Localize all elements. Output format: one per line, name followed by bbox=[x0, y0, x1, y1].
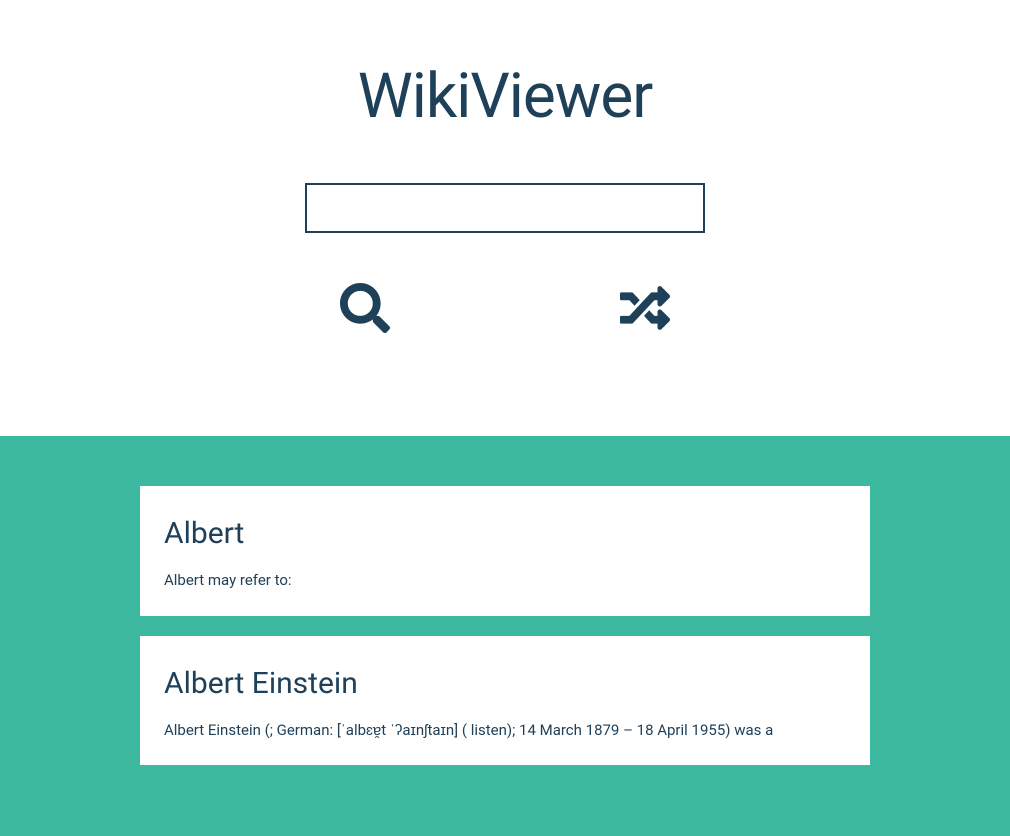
result-card[interactable]: Albert Einstein Albert Einstein (; Germa… bbox=[140, 636, 870, 766]
shuffle-icon bbox=[620, 283, 670, 336]
header-section: WikiViewer bbox=[0, 0, 1010, 436]
search-input[interactable] bbox=[305, 183, 705, 233]
search-icon bbox=[340, 283, 390, 336]
results-container: Albert Albert may refer to: Albert Einst… bbox=[140, 486, 870, 765]
app-title: WikiViewer bbox=[20, 60, 990, 133]
result-title: Albert Einstein bbox=[164, 666, 846, 701]
result-title: Albert bbox=[164, 516, 846, 551]
result-snippet: Albert may refer to: bbox=[164, 569, 846, 592]
result-card[interactable]: Albert Albert may refer to: bbox=[140, 486, 870, 616]
result-snippet: Albert Einstein (; German: [ˈalbɛɐ̯t ˈʔa… bbox=[164, 719, 846, 742]
results-section: Albert Albert may refer to: Albert Einst… bbox=[0, 436, 1010, 836]
random-button[interactable] bbox=[620, 283, 670, 336]
search-button[interactable] bbox=[340, 283, 390, 336]
icon-row bbox=[20, 283, 990, 336]
